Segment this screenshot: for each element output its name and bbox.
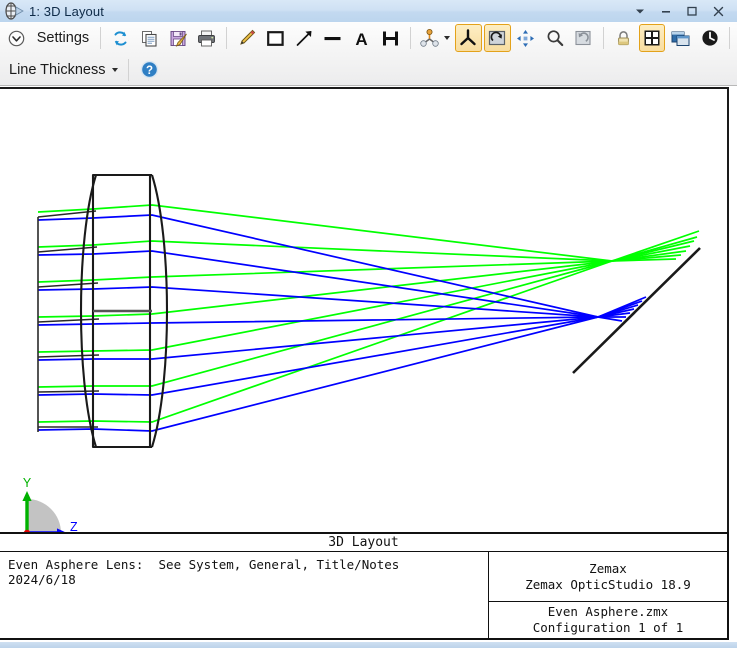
info-left-cell: Even Asphere Lens: See System, General, … [0, 552, 489, 638]
blue-ray-bundle [37, 214, 647, 432]
toolbar-separator-2 [226, 27, 228, 49]
pan-button[interactable] [513, 24, 540, 52]
lens-3d-icon [3, 2, 25, 20]
toolbar: Settings A Line Thickness ? [0, 22, 737, 86]
draw-rectangle-button[interactable] [262, 24, 289, 52]
rotate-view-button[interactable] [483, 24, 511, 52]
info-configuration: Configuration 1 of 1 [532, 620, 684, 635]
settings-label: Settings [36, 30, 90, 46]
copy-button[interactable] [136, 24, 163, 52]
measure-button[interactable] [377, 24, 404, 52]
draw-arrow-button[interactable] [291, 24, 318, 52]
toolbar-separator-4 [602, 27, 604, 49]
window-maximize-button[interactable] [679, 1, 705, 21]
toolbar-row-2: Line Thickness ? [0, 54, 737, 85]
tile-windows-button[interactable] [638, 24, 666, 52]
save-button[interactable] [165, 24, 192, 52]
ray-trace-diagram: Y Z 20 mm [22, 173, 701, 534]
settings-expander-icon[interactable] [3, 24, 30, 52]
power-button[interactable] [696, 24, 723, 52]
draw-line-button[interactable] [320, 24, 347, 52]
info-product-version: Zemax OpticStudio 18.9 [525, 576, 691, 592]
window-bottom-strip [0, 642, 737, 648]
window-title-bar: 1: 3D Layout [0, 0, 737, 23]
green-ray-bundle [37, 204, 700, 423]
isometric-view-button[interactable] [454, 24, 482, 52]
3d-layout-window: 1: 3D Layout Settings A Line Thickness ?… [0, 0, 737, 648]
info-body: Even Asphere Lens: See System, General, … [0, 552, 729, 640]
refresh-button[interactable] [107, 24, 134, 52]
axis-indicator: Y Z [22, 476, 78, 534]
window-close-button[interactable] [705, 1, 731, 21]
lock-button[interactable] [610, 24, 637, 52]
annotate-pencil-button[interactable] [233, 24, 260, 52]
line-thickness-dropdown-arrow[interactable] [112, 67, 119, 72]
help-button[interactable]: ? [135, 56, 163, 84]
zoom-button[interactable] [541, 24, 568, 52]
line-thickness-menu[interactable]: Line Thickness [3, 56, 122, 84]
toolbar-row-1: Settings A [0, 22, 737, 54]
info-heading: 3D Layout [0, 532, 729, 552]
info-file-name: Even Asphere.zmx [547, 604, 669, 619]
detach-window-button[interactable] [667, 24, 694, 52]
toolbar-separator-6 [128, 58, 130, 81]
print-button[interactable] [193, 24, 220, 52]
view-orientation-dropdown-arrow[interactable] [443, 36, 450, 40]
settings-button[interactable]: Settings [32, 24, 94, 52]
toolbar-separator-3 [409, 27, 411, 49]
info-vendor-name: Zemax [589, 560, 627, 576]
axis-label-y: Y [23, 476, 32, 490]
view-orientation-button[interactable] [417, 24, 453, 52]
info-date: 2024/6/18 [8, 572, 76, 587]
plot-area[interactable]: Y Z 20 mm [0, 87, 737, 534]
info-vendor-block: Zemax Zemax OpticStudio 18.9 [489, 552, 727, 602]
toolbar-separator-1 [100, 27, 102, 49]
svg-text:A: A [356, 30, 368, 49]
line-thickness-label: Line Thickness [9, 61, 106, 78]
window-dropdown-button[interactable] [627, 1, 653, 21]
window-title: 1: 3D Layout [29, 3, 104, 19]
window-minimize-button[interactable] [653, 1, 679, 21]
info-file-block: Even Asphere.zmx Configuration 1 of 1 [489, 602, 727, 638]
info-panel: 3D Layout Even Asphere Lens: See System,… [0, 532, 737, 648]
add-text-button[interactable]: A [348, 24, 375, 52]
svg-text:?: ? [146, 65, 153, 77]
plot-frame: Y Z 20 mm [0, 87, 729, 534]
reset-view-button[interactable] [570, 24, 597, 52]
toolbar-separator-5 [729, 27, 730, 49]
info-system-title: Even Asphere Lens: See System, General, … [8, 557, 400, 572]
entrance-aperture-outline [37, 210, 100, 432]
info-right-cell: Zemax Zemax OpticStudio 18.9 Even Aspher… [489, 552, 727, 638]
